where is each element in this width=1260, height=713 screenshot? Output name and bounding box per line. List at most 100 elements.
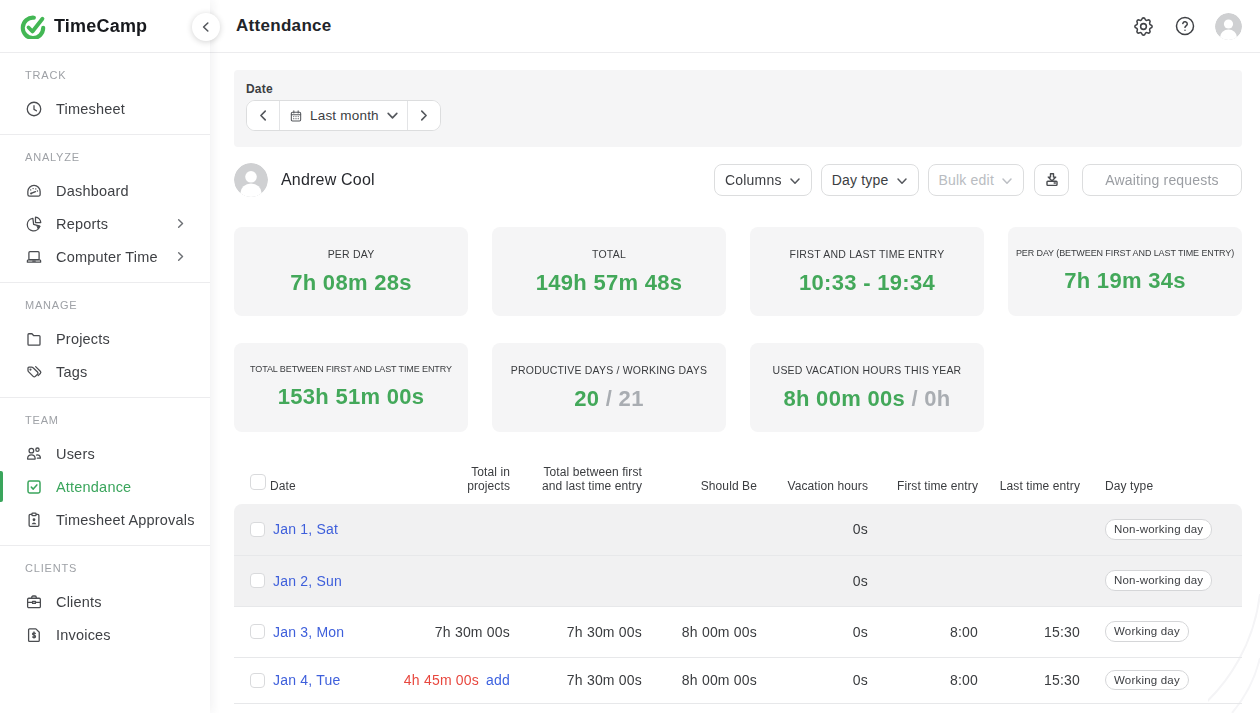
column-header-vacation-hours: Vacation hours	[757, 432, 868, 504]
tags-icon	[25, 363, 43, 381]
column-header-date: Date	[270, 432, 400, 504]
help-icon	[1174, 15, 1196, 37]
user-name: Andrew Cool	[281, 171, 375, 189]
row-checkbox[interactable]	[250, 522, 265, 537]
sidebar-collapse-button[interactable]	[192, 13, 220, 41]
chevron-down-icon	[896, 175, 908, 187]
row-checkbox[interactable]	[250, 624, 265, 639]
date-link[interactable]: Jan 4, Tue	[273, 672, 340, 688]
sidebar-item-timesheet[interactable]: Timesheet	[0, 92, 210, 125]
date-link[interactable]: Jan 3, Mon	[273, 624, 344, 640]
day-type-badge[interactable]: Working day	[1105, 670, 1189, 691]
should-be-cell: 8h 00m 00s	[642, 606, 757, 657]
user-actions: Columns Day type Bulk edit Awaiting requ…	[714, 164, 1242, 196]
clipboard-user-icon	[25, 511, 43, 529]
vacation-hours-cell: 0s	[757, 606, 868, 657]
column-header-last-time-entry: Last time entry	[978, 432, 1080, 504]
sidebar-item-clients[interactable]: Clients	[0, 585, 210, 618]
stat-label: FIRST AND LAST TIME ENTRY	[750, 248, 984, 260]
should-be-cell: 8h 00m 00s	[642, 657, 757, 703]
date-link[interactable]: Jan 1, Sat	[273, 521, 338, 537]
date-link[interactable]: Jan 2, Sun	[273, 573, 342, 589]
chevron-right-icon	[417, 109, 430, 122]
logo[interactable]: TimeCamp	[0, 0, 210, 53]
sidebar-item-invoices[interactable]: Invoices	[0, 618, 210, 651]
briefcase-icon	[25, 593, 43, 611]
sidebar-item-label: Timesheet	[56, 101, 125, 117]
select-all-checkbox[interactable]	[250, 474, 266, 490]
chevron-left-icon	[257, 109, 270, 122]
stat-value: 7h 08m 28s	[290, 270, 412, 295]
brand-name: TimeCamp	[54, 16, 147, 37]
sidebar-item-tags[interactable]: Tags	[0, 355, 210, 388]
gauge-icon	[25, 182, 43, 200]
row-checkbox[interactable]	[250, 573, 265, 588]
laptop-icon	[25, 248, 43, 266]
stat-card-total: TOTAL 149h 57m 48s	[492, 227, 726, 316]
stat-card-per-day: PER DAY 7h 08m 28s	[234, 227, 468, 316]
sidebar-item-timesheet-approvals[interactable]: Timesheet Approvals	[0, 503, 210, 536]
nav-section-analyze: ANALYZE	[0, 135, 210, 174]
awaiting-requests-button[interactable]: Awaiting requests	[1082, 164, 1242, 196]
sidebar-item-label: Timesheet Approvals	[56, 512, 195, 528]
sidebar-item-label: Tags	[56, 364, 87, 380]
nav-section-manage: MANAGE	[0, 283, 210, 322]
date-range-group: Last month	[246, 100, 441, 131]
awaiting-requests-label: Awaiting requests	[1105, 172, 1219, 188]
day-type-badge[interactable]: Non-working day	[1105, 519, 1212, 540]
columns-button[interactable]: Columns	[714, 164, 812, 196]
attendance-table: Date Total inprojects Total between firs…	[234, 432, 1242, 704]
sidebar-item-users[interactable]: Users	[0, 437, 210, 470]
nav-section-clients: CLIENTS	[0, 546, 210, 585]
stat-label: TOTAL BETWEEN FIRST AND LAST TIME ENTRY	[234, 364, 468, 374]
date-filter-panel: Date Last month	[234, 70, 1242, 147]
export-button[interactable]	[1034, 164, 1069, 196]
checkbox-check-icon	[25, 478, 43, 496]
prev-period-button[interactable]	[247, 101, 279, 130]
sidebar-item-computer-time[interactable]: Computer Time	[0, 240, 210, 273]
stat-muted-value: / 0h	[911, 386, 950, 411]
stat-value: 20	[574, 386, 599, 411]
day-type-button-label: Day type	[832, 172, 889, 188]
chevron-down-icon	[386, 109, 399, 122]
add-time-link[interactable]: add	[486, 672, 510, 688]
chevron-right-icon	[175, 251, 186, 262]
bulk-edit-button[interactable]: Bulk edit	[928, 164, 1025, 196]
stat-card-vacation-hours: USED VACATION HOURS THIS YEAR 8h 00m 00s…	[750, 343, 984, 432]
sidebar-item-label: Dashboard	[56, 183, 129, 199]
first-time-entry-cell: 8:00	[868, 657, 978, 703]
stat-card-total-between: TOTAL BETWEEN FIRST AND LAST TIME ENTRY …	[234, 343, 468, 432]
main-area: Attendance Date Last month	[210, 0, 1260, 713]
invoice-icon	[25, 626, 43, 644]
settings-button[interactable]	[1132, 15, 1155, 38]
topbar: Attendance	[210, 0, 1260, 53]
sidebar-item-label: Invoices	[56, 627, 111, 643]
stat-value: 153h 51m 00s	[278, 384, 425, 409]
sidebar-item-dashboard[interactable]: Dashboard	[0, 174, 210, 207]
sidebar-item-label: Clients	[56, 594, 102, 610]
stats-grid: PER DAY 7h 08m 28s TOTAL 149h 57m 48s FI…	[234, 227, 1242, 432]
timecamp-logo-icon	[20, 13, 46, 39]
sidebar-item-attendance[interactable]: Attendance	[0, 470, 210, 503]
stat-label: PRODUCTIVE DAYS / WORKING DAYS	[492, 364, 726, 376]
next-period-button[interactable]	[408, 101, 440, 130]
date-range-button[interactable]: Last month	[279, 101, 408, 130]
sidebar-item-label: Computer Time	[56, 249, 158, 265]
day-type-button[interactable]: Day type	[821, 164, 919, 196]
stat-value: 10:33 - 19:34	[799, 270, 935, 295]
row-checkbox[interactable]	[250, 673, 265, 688]
day-type-badge[interactable]: Non-working day	[1105, 570, 1212, 591]
sidebar-nav: TRACK Timesheet ANALYZE Dashboard Report…	[0, 53, 210, 660]
day-type-badge[interactable]: Working day	[1105, 621, 1189, 642]
stat-label: PER DAY (BETWEEN FIRST AND LAST TIME ENT…	[1008, 248, 1242, 258]
user-menu-button[interactable]	[1215, 13, 1242, 40]
sidebar-item-label: Reports	[56, 216, 108, 232]
table-row: Jan 3, Mon 7h 30m 00s 7h 30m 00s 8h 00m …	[234, 606, 1242, 657]
clock-icon	[25, 100, 43, 118]
sidebar-item-reports[interactable]: Reports	[0, 207, 210, 240]
help-button[interactable]	[1174, 15, 1196, 37]
avatar	[1215, 13, 1242, 40]
sidebar-item-projects[interactable]: Projects	[0, 322, 210, 355]
nav-section-track: TRACK	[0, 53, 210, 92]
stat-card-per-day-between: PER DAY (BETWEEN FIRST AND LAST TIME ENT…	[1008, 227, 1242, 316]
